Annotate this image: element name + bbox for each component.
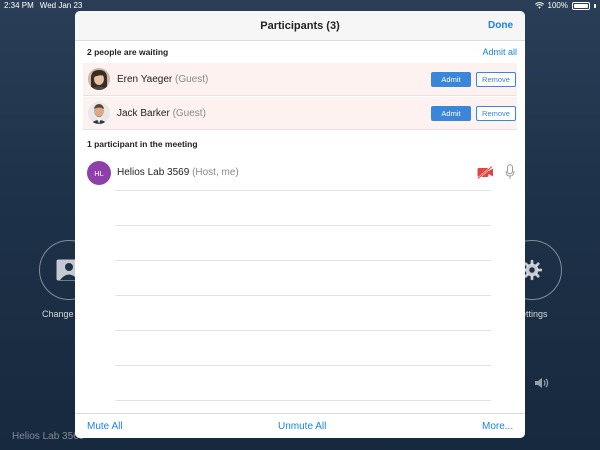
remove-button[interactable]: Remove: [476, 105, 516, 121]
admit-all-button[interactable]: Admit all: [482, 47, 517, 57]
more-button[interactable]: More...: [482, 421, 513, 432]
change-button-label: Change: [42, 309, 74, 319]
done-button[interactable]: Done: [488, 20, 513, 31]
mute-all-button[interactable]: Mute All: [87, 421, 123, 432]
battery-percent: 100%: [547, 1, 568, 10]
list-divider: [115, 330, 491, 331]
status-date: Wed Jan 23: [39, 1, 83, 10]
unmute-all-button[interactable]: Unmute All: [278, 421, 326, 432]
video-off-icon: [477, 166, 493, 179]
waiting-section-header: 2 people are waiting Admit all: [75, 41, 525, 63]
participant-name-text: Jack Barker: [117, 107, 170, 119]
dialog-footer: Mute All Unmute All More...: [75, 413, 525, 438]
participant-name-text: Helios Lab 3569: [117, 167, 190, 178]
status-time: 2:34 PM: [4, 1, 34, 10]
waiting-row: Jack Barker (Guest) Admit Remove: [83, 97, 517, 130]
list-divider: [115, 400, 491, 401]
in-meeting-section-header: 1 participant in the meeting: [75, 133, 525, 155]
avatar: HL: [87, 161, 111, 185]
participants-dialog: Participants (3) Done 2 people are waiti…: [75, 11, 525, 438]
participant-role: (Guest): [175, 73, 209, 85]
participant-name: Eren Yaeger (Guest): [117, 74, 208, 85]
speaker-icon[interactable]: [534, 377, 550, 389]
participant-role: (Guest): [172, 107, 206, 119]
participant-name: Jack Barker (Guest): [117, 108, 206, 119]
participant-row[interactable]: HL Helios Lab 3569 (Host, me): [75, 159, 525, 189]
avatar: [88, 68, 110, 90]
participant-name-text: Eren Yaeger: [117, 73, 173, 85]
list-divider: [115, 365, 491, 366]
list-divider: [115, 295, 491, 296]
meeting-name-label: Helios Lab 3569: [12, 431, 85, 442]
list-divider: [115, 225, 491, 226]
admit-button[interactable]: Admit: [431, 71, 471, 87]
list-divider: [115, 190, 491, 191]
microphone-icon: [505, 164, 515, 179]
dialog-header: Participants (3) Done: [75, 11, 525, 41]
admit-button[interactable]: Admit: [431, 105, 471, 121]
avatar: [88, 102, 110, 124]
participant-name: Helios Lab 3569 (Host, me): [117, 167, 239, 178]
dialog-title: Participants (3): [260, 19, 340, 32]
waiting-count-label: 2 people are waiting: [87, 47, 169, 57]
waiting-row: Eren Yaeger (Guest) Admit Remove: [83, 63, 517, 96]
wifi-icon: [534, 2, 544, 9]
participant-role: (Host, me): [192, 167, 239, 178]
battery-tip: [594, 3, 596, 8]
list-divider: [115, 260, 491, 261]
remove-button[interactable]: Remove: [476, 71, 516, 87]
battery-icon: [572, 1, 590, 10]
in-meeting-count-label: 1 participant in the meeting: [87, 139, 198, 149]
